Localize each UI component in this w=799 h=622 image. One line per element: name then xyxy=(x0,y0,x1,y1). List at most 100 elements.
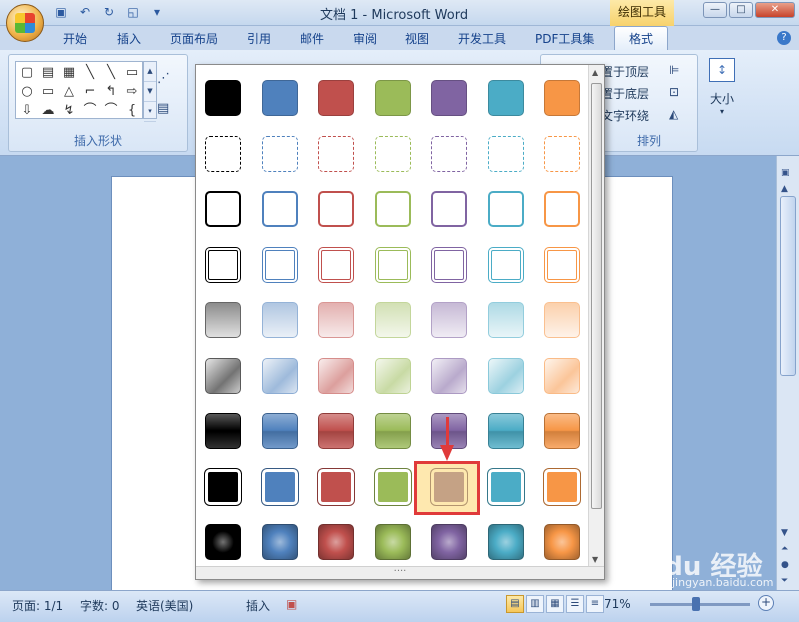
shape-style-solid-6[interactable] xyxy=(487,79,525,117)
gallery-scrollbar[interactable]: ▲ ▼ xyxy=(588,65,604,567)
shape-style-dashed-7[interactable] xyxy=(543,135,581,173)
next-page-icon[interactable]: ⏷ xyxy=(781,576,788,586)
shape-style-outline-7[interactable] xyxy=(543,190,581,228)
gallery-resize-grip[interactable]: ···· xyxy=(196,566,604,579)
maximize-button[interactable]: □ xyxy=(729,2,753,18)
tab-insert[interactable]: 插入 xyxy=(117,30,141,47)
macro-record-icon[interactable]: ▣ xyxy=(286,597,297,611)
shape-style-solid-1[interactable] xyxy=(204,79,242,117)
bring-to-front-button[interactable]: 置于顶层 xyxy=(601,63,649,80)
scroll-down-icon[interactable]: ▼ xyxy=(781,528,788,538)
gallery-scroll-thumb[interactable] xyxy=(591,83,602,509)
shape-style-double-4[interactable] xyxy=(374,246,412,284)
shape-line-icon[interactable]: ╲ xyxy=(80,63,100,82)
shape-style-double-2[interactable] xyxy=(261,246,299,284)
shape-style-glossy-2[interactable] xyxy=(261,412,299,450)
zoom-in-icon[interactable]: + xyxy=(758,595,774,611)
gallery-scroll-up-icon[interactable]: ▲ xyxy=(592,68,598,77)
shape-style-light-gradient-2[interactable] xyxy=(261,301,299,339)
shape-style-diagonal-gradient-2[interactable] xyxy=(261,357,299,395)
shape-style-double-5[interactable] xyxy=(430,246,468,284)
status-word-count[interactable]: 字数: 0 xyxy=(80,597,120,614)
minimize-button[interactable]: — xyxy=(703,2,727,18)
office-button[interactable] xyxy=(6,4,44,42)
shape-style-diagonal-gradient-5[interactable] xyxy=(430,357,468,395)
shape-style-framed-7[interactable] xyxy=(543,468,581,506)
tab-home[interactable]: 开始 xyxy=(63,30,87,47)
shape-style-outline-3[interactable] xyxy=(317,190,355,228)
shape-style-outline-4[interactable] xyxy=(374,190,412,228)
shape-style-light-gradient-1[interactable] xyxy=(204,301,242,339)
shape-text-box-icon[interactable]: ▢ xyxy=(17,63,37,82)
shape-style-outline-1[interactable] xyxy=(204,190,242,228)
print-preview-icon[interactable]: ◱ xyxy=(124,3,142,21)
shape-style-double-1[interactable] xyxy=(204,246,242,284)
shapes-scroll-down-icon[interactable]: ▼ xyxy=(144,82,156,102)
zoom-slider[interactable] xyxy=(650,597,750,611)
shape-curve-icon[interactable]: ⌒ xyxy=(101,101,121,120)
shapes-scroll-up-icon[interactable]: ▲ xyxy=(144,62,156,82)
edit-shape-icon[interactable]: ⋰ xyxy=(157,71,170,86)
shape-style-framed-4[interactable] xyxy=(374,468,412,506)
ruler-toggle-icon[interactable]: ▣ xyxy=(781,168,790,178)
shape-style-dashed-6[interactable] xyxy=(487,135,525,173)
shape-style-diagonal-gradient-4[interactable] xyxy=(374,357,412,395)
tab-mailings[interactable]: 邮件 xyxy=(300,30,324,47)
tab-developer[interactable]: 开发工具 xyxy=(458,30,506,47)
shape-style-dashed-1[interactable] xyxy=(204,135,242,173)
gallery-scroll-down-icon[interactable]: ▼ xyxy=(592,555,598,564)
shape-style-outline-5[interactable] xyxy=(430,190,468,228)
shape-style-solid-2[interactable] xyxy=(261,79,299,117)
tab-view[interactable]: 视图 xyxy=(405,30,429,47)
shape-style-glossy-4[interactable] xyxy=(374,412,412,450)
shape-style-double-3[interactable] xyxy=(317,246,355,284)
shape-style-dashed-2[interactable] xyxy=(261,135,299,173)
shape-arrow-line-icon[interactable]: ╲ xyxy=(101,63,121,82)
shape-arc-icon[interactable]: ⌒ xyxy=(80,101,100,120)
shape-style-dashed-5[interactable] xyxy=(430,135,468,173)
shape-right-arrow-icon[interactable]: ⇨ xyxy=(122,82,142,101)
shape-style-solid-7[interactable] xyxy=(543,79,581,117)
shape-style-dashed-4[interactable] xyxy=(374,135,412,173)
shape-style-glossy-1[interactable] xyxy=(204,412,242,450)
shape-lightning-icon[interactable]: ↯ xyxy=(59,101,79,120)
shape-style-glossy-6[interactable] xyxy=(487,412,525,450)
shape-style-double-7[interactable] xyxy=(543,246,581,284)
shape-rectangle-icon[interactable]: ▭ xyxy=(122,63,142,82)
size-button[interactable]: ↕ 大小 ▾ xyxy=(704,56,740,148)
close-button[interactable]: ✕ xyxy=(755,2,795,18)
web-layout-icon[interactable]: ▦ xyxy=(546,595,564,613)
shape-vertical-text-icon[interactable]: ▦ xyxy=(59,63,79,82)
shape-elbow-connector-icon[interactable]: ⌐ xyxy=(80,82,100,101)
full-screen-reading-icon[interactable]: ▥ xyxy=(526,595,544,613)
shape-style-radial-5[interactable] xyxy=(430,523,468,561)
tab-review[interactable]: 审阅 xyxy=(353,30,377,47)
status-language[interactable]: 英语(美国) xyxy=(136,597,193,614)
save-icon[interactable]: ▣ xyxy=(52,3,70,21)
tab-format[interactable]: 格式 xyxy=(614,26,669,50)
shape-style-light-gradient-7[interactable] xyxy=(543,301,581,339)
align-icon[interactable]: ⊫ xyxy=(669,63,679,77)
status-page[interactable]: 页面: 1/1 xyxy=(12,597,63,614)
shape-text-box-2-icon[interactable]: ▤ xyxy=(38,63,58,82)
text-wrapping-button[interactable]: 文字环绕 xyxy=(601,107,649,124)
shape-down-arrow-icon[interactable]: ⇩ xyxy=(17,101,37,120)
shape-style-radial-7[interactable] xyxy=(543,523,581,561)
shape-style-dashed-3[interactable] xyxy=(317,135,355,173)
shape-style-glossy-3[interactable] xyxy=(317,412,355,450)
shape-style-radial-4[interactable] xyxy=(374,523,412,561)
shape-style-light-gradient-6[interactable] xyxy=(487,301,525,339)
text-box-icon[interactable]: ▤ xyxy=(157,101,169,116)
shape-style-framed-2[interactable] xyxy=(261,468,299,506)
zoom-slider-knob[interactable] xyxy=(692,597,700,611)
shape-oval-icon[interactable]: ○ xyxy=(17,82,37,101)
shape-style-radial-2[interactable] xyxy=(261,523,299,561)
shape-style-framed-6[interactable] xyxy=(487,468,525,506)
shape-brace-icon[interactable]: { xyxy=(122,101,142,120)
help-icon[interactable]: ? xyxy=(777,31,791,45)
tab-page-layout[interactable]: 页面布局 xyxy=(170,30,218,47)
shape-style-solid-5[interactable] xyxy=(430,79,468,117)
shape-style-diagonal-gradient-6[interactable] xyxy=(487,357,525,395)
shape-cloud-icon[interactable]: ☁ xyxy=(38,101,58,120)
shape-triangle-icon[interactable]: △ xyxy=(59,82,79,101)
